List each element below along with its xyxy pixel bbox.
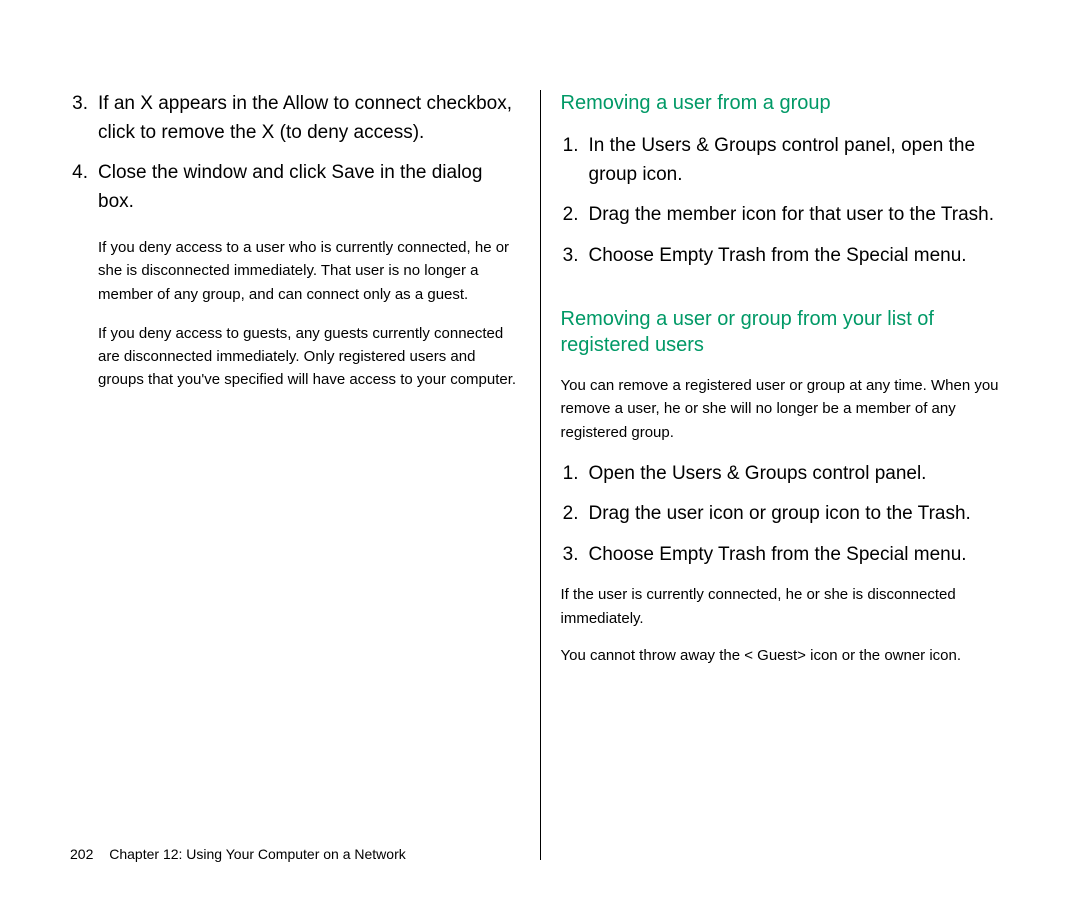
list-item: 2. Drag the user icon or group icon to t…	[561, 500, 1011, 529]
left-column: 3. If an X appears in the Allow to conne…	[70, 90, 535, 860]
item-text: In the Users & Groups control panel, ope…	[589, 132, 1011, 189]
list-item: 2. Drag the member icon for that user to…	[561, 201, 1011, 230]
intro-paragraph: You can remove a registered user or grou…	[561, 374, 1011, 444]
item-text: Choose Empty Trash from the Special menu…	[589, 541, 1011, 570]
column-divider	[540, 90, 541, 860]
item-text: Drag the user icon or group icon to the …	[589, 500, 1011, 529]
item-text: Open the Users & Groups control panel.	[589, 460, 1011, 489]
section-heading: Removing a user from a group	[561, 90, 1011, 116]
after-note-paragraph: If the user is currently connected, he o…	[561, 583, 1011, 630]
two-column-content: 3. If an X appears in the Allow to conne…	[70, 90, 1010, 860]
list-item: 1. Open the Users & Groups control panel…	[561, 460, 1011, 489]
list-item: 3. If an X appears in the Allow to conne…	[70, 90, 520, 147]
item-number: 4.	[70, 159, 98, 216]
right-column: Removing a user from a group 1. In the U…	[546, 90, 1011, 860]
item-number: 3.	[561, 541, 589, 570]
list-item: 3. Choose Empty Trash from the Special m…	[561, 242, 1011, 271]
after-note-paragraph: You cannot throw away the < Guest> icon …	[561, 644, 1011, 667]
item-number: 3.	[70, 90, 98, 147]
page-number: 202	[70, 846, 93, 862]
chapter-label: Chapter 12: Using Your Computer on a Net…	[109, 846, 406, 862]
note-paragraph: If you deny access to a user who is curr…	[98, 236, 520, 306]
list-item: 1. In the Users & Groups control panel, …	[561, 132, 1011, 189]
item-number: 1.	[561, 460, 589, 489]
section-removing-user-or-group: Removing a user or group from your list …	[561, 306, 1011, 667]
item-text: Close the window and click Save in the d…	[98, 159, 520, 216]
item-number: 1.	[561, 132, 589, 189]
item-number: 2.	[561, 500, 589, 529]
item-text: Drag the member icon for that user to th…	[589, 201, 1011, 230]
list-item: 4. Close the window and click Save in th…	[70, 159, 520, 216]
item-number: 3.	[561, 242, 589, 271]
section-removing-user-from-group: Removing a user from a group 1. In the U…	[561, 90, 1011, 270]
note-paragraph: If you deny access to guests, any guests…	[98, 322, 520, 392]
item-text: If an X appears in the Allow to connect …	[98, 90, 520, 147]
list-item: 3. Choose Empty Trash from the Special m…	[561, 541, 1011, 570]
section-heading: Removing a user or group from your list …	[561, 306, 1011, 358]
page-footer: 202 Chapter 12: Using Your Computer on a…	[70, 846, 406, 862]
item-text: Choose Empty Trash from the Special menu…	[589, 242, 1011, 271]
item-number: 2.	[561, 201, 589, 230]
